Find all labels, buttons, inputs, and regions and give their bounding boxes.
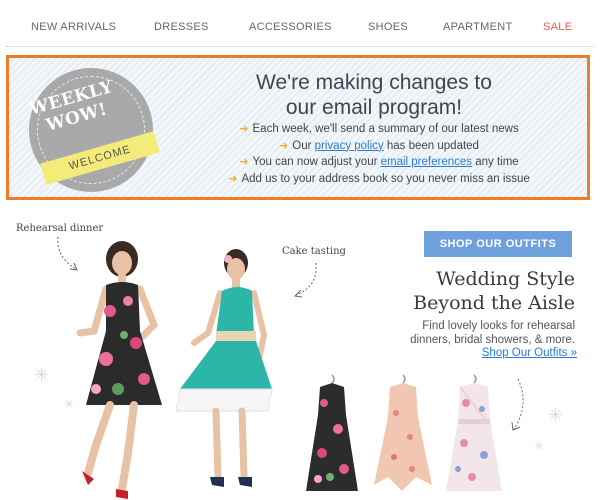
bullet-text: Each week, we'll send a summary of our l…: [252, 123, 519, 135]
arrow-right-icon: ➜: [239, 156, 249, 168]
shop-our-outfits-button[interactable]: SHOP OUR OUTFITS: [424, 231, 572, 257]
caption-rehearsal-dinner: Rehearsal dinner: [16, 223, 104, 234]
nav-item-new-arrivals[interactable]: NEW ARRIVALS: [31, 21, 116, 33]
bullet-item: ➜ You can now adjust your email preferenc…: [199, 154, 559, 171]
dress-wrap-floral-image: [446, 374, 502, 491]
sparkle-icon: ✳: [534, 439, 545, 453]
bullet-text: You can now adjust your: [252, 156, 381, 168]
nav-item-sale[interactable]: SALE: [543, 21, 572, 33]
wedding-style-title-line-2: Beyond the Aisle: [413, 292, 575, 314]
model-teal-dress-image: [175, 249, 273, 487]
banner-title-line-2: our email program!: [285, 96, 463, 119]
wedding-style-subtitle: Find lovely looks for rehearsal dinners,…: [370, 319, 575, 347]
nav-item-accessories[interactable]: ACCESSORIES: [249, 21, 332, 33]
banner-bullet-list: ➜ Each week, we'll send a summary of our …: [199, 121, 559, 187]
shop-our-outfits-link[interactable]: Shop Our Outfits »: [420, 347, 577, 359]
sparkle-icon: ✳: [34, 365, 50, 385]
wedding-style-title-line-1: Wedding Style: [436, 268, 575, 290]
bullet-text: Add us to your address book so you never…: [241, 172, 530, 185]
top-nav: NEW ARRIVALS DRESSES ACCESSORIES SHOES A…: [0, 0, 600, 52]
banner-title-line-1: We're making changes to: [256, 71, 492, 94]
bullet-item: ➜ Each week, we'll send a summary of our …: [199, 121, 559, 138]
arrow-right-icon: ➜: [228, 172, 238, 185]
wedding-style-subtitle-line-1: Find lovely looks for rehearsal: [422, 320, 575, 332]
bullet-text: any time: [472, 156, 519, 168]
dress-peach-floral-image: [374, 374, 432, 491]
bullet-item: ➜ Add us to your address book so you neve…: [199, 171, 559, 188]
arrow-right-icon: ➜: [239, 123, 249, 135]
caption-cake-tasting: Cake tasting: [282, 246, 346, 257]
privacy-policy-link[interactable]: privacy policy: [315, 140, 384, 152]
nav-item-apartment[interactable]: APARTMENT: [443, 21, 513, 33]
wedding-style-promo: Rehearsal dinner Cake tasting ✳ ✳ ✳ ✳ SH…: [0, 205, 600, 500]
dotted-arrow-icon: [293, 262, 317, 298]
bullet-item: ➜ Our privacy policy has been updated: [199, 138, 559, 155]
nav-divider: [6, 46, 594, 47]
email-changes-banner: WEEKLY WOW! WELCOME We're making changes…: [6, 55, 590, 200]
sparkle-icon: ✳: [548, 405, 564, 425]
nav-item-shoes[interactable]: SHOES: [368, 21, 408, 33]
dotted-arrow-icon: [511, 378, 524, 431]
wedding-style-title: Wedding Style Beyond the Aisle: [380, 267, 575, 315]
arrow-right-icon: ➜: [279, 139, 289, 152]
banner-title: We're making changes to our email progra…: [209, 70, 539, 120]
wedding-style-subtitle-line-2: dinners, bridal showers, & more.: [410, 334, 575, 346]
bullet-text: has been updated: [383, 139, 479, 152]
dress-floral-black-image: [306, 374, 358, 491]
bullet-text: Our: [292, 139, 315, 152]
nav-item-dresses[interactable]: DRESSES: [154, 21, 209, 33]
model-floral-dress-image: [76, 241, 162, 499]
email-preferences-link[interactable]: email preferences: [381, 156, 472, 168]
